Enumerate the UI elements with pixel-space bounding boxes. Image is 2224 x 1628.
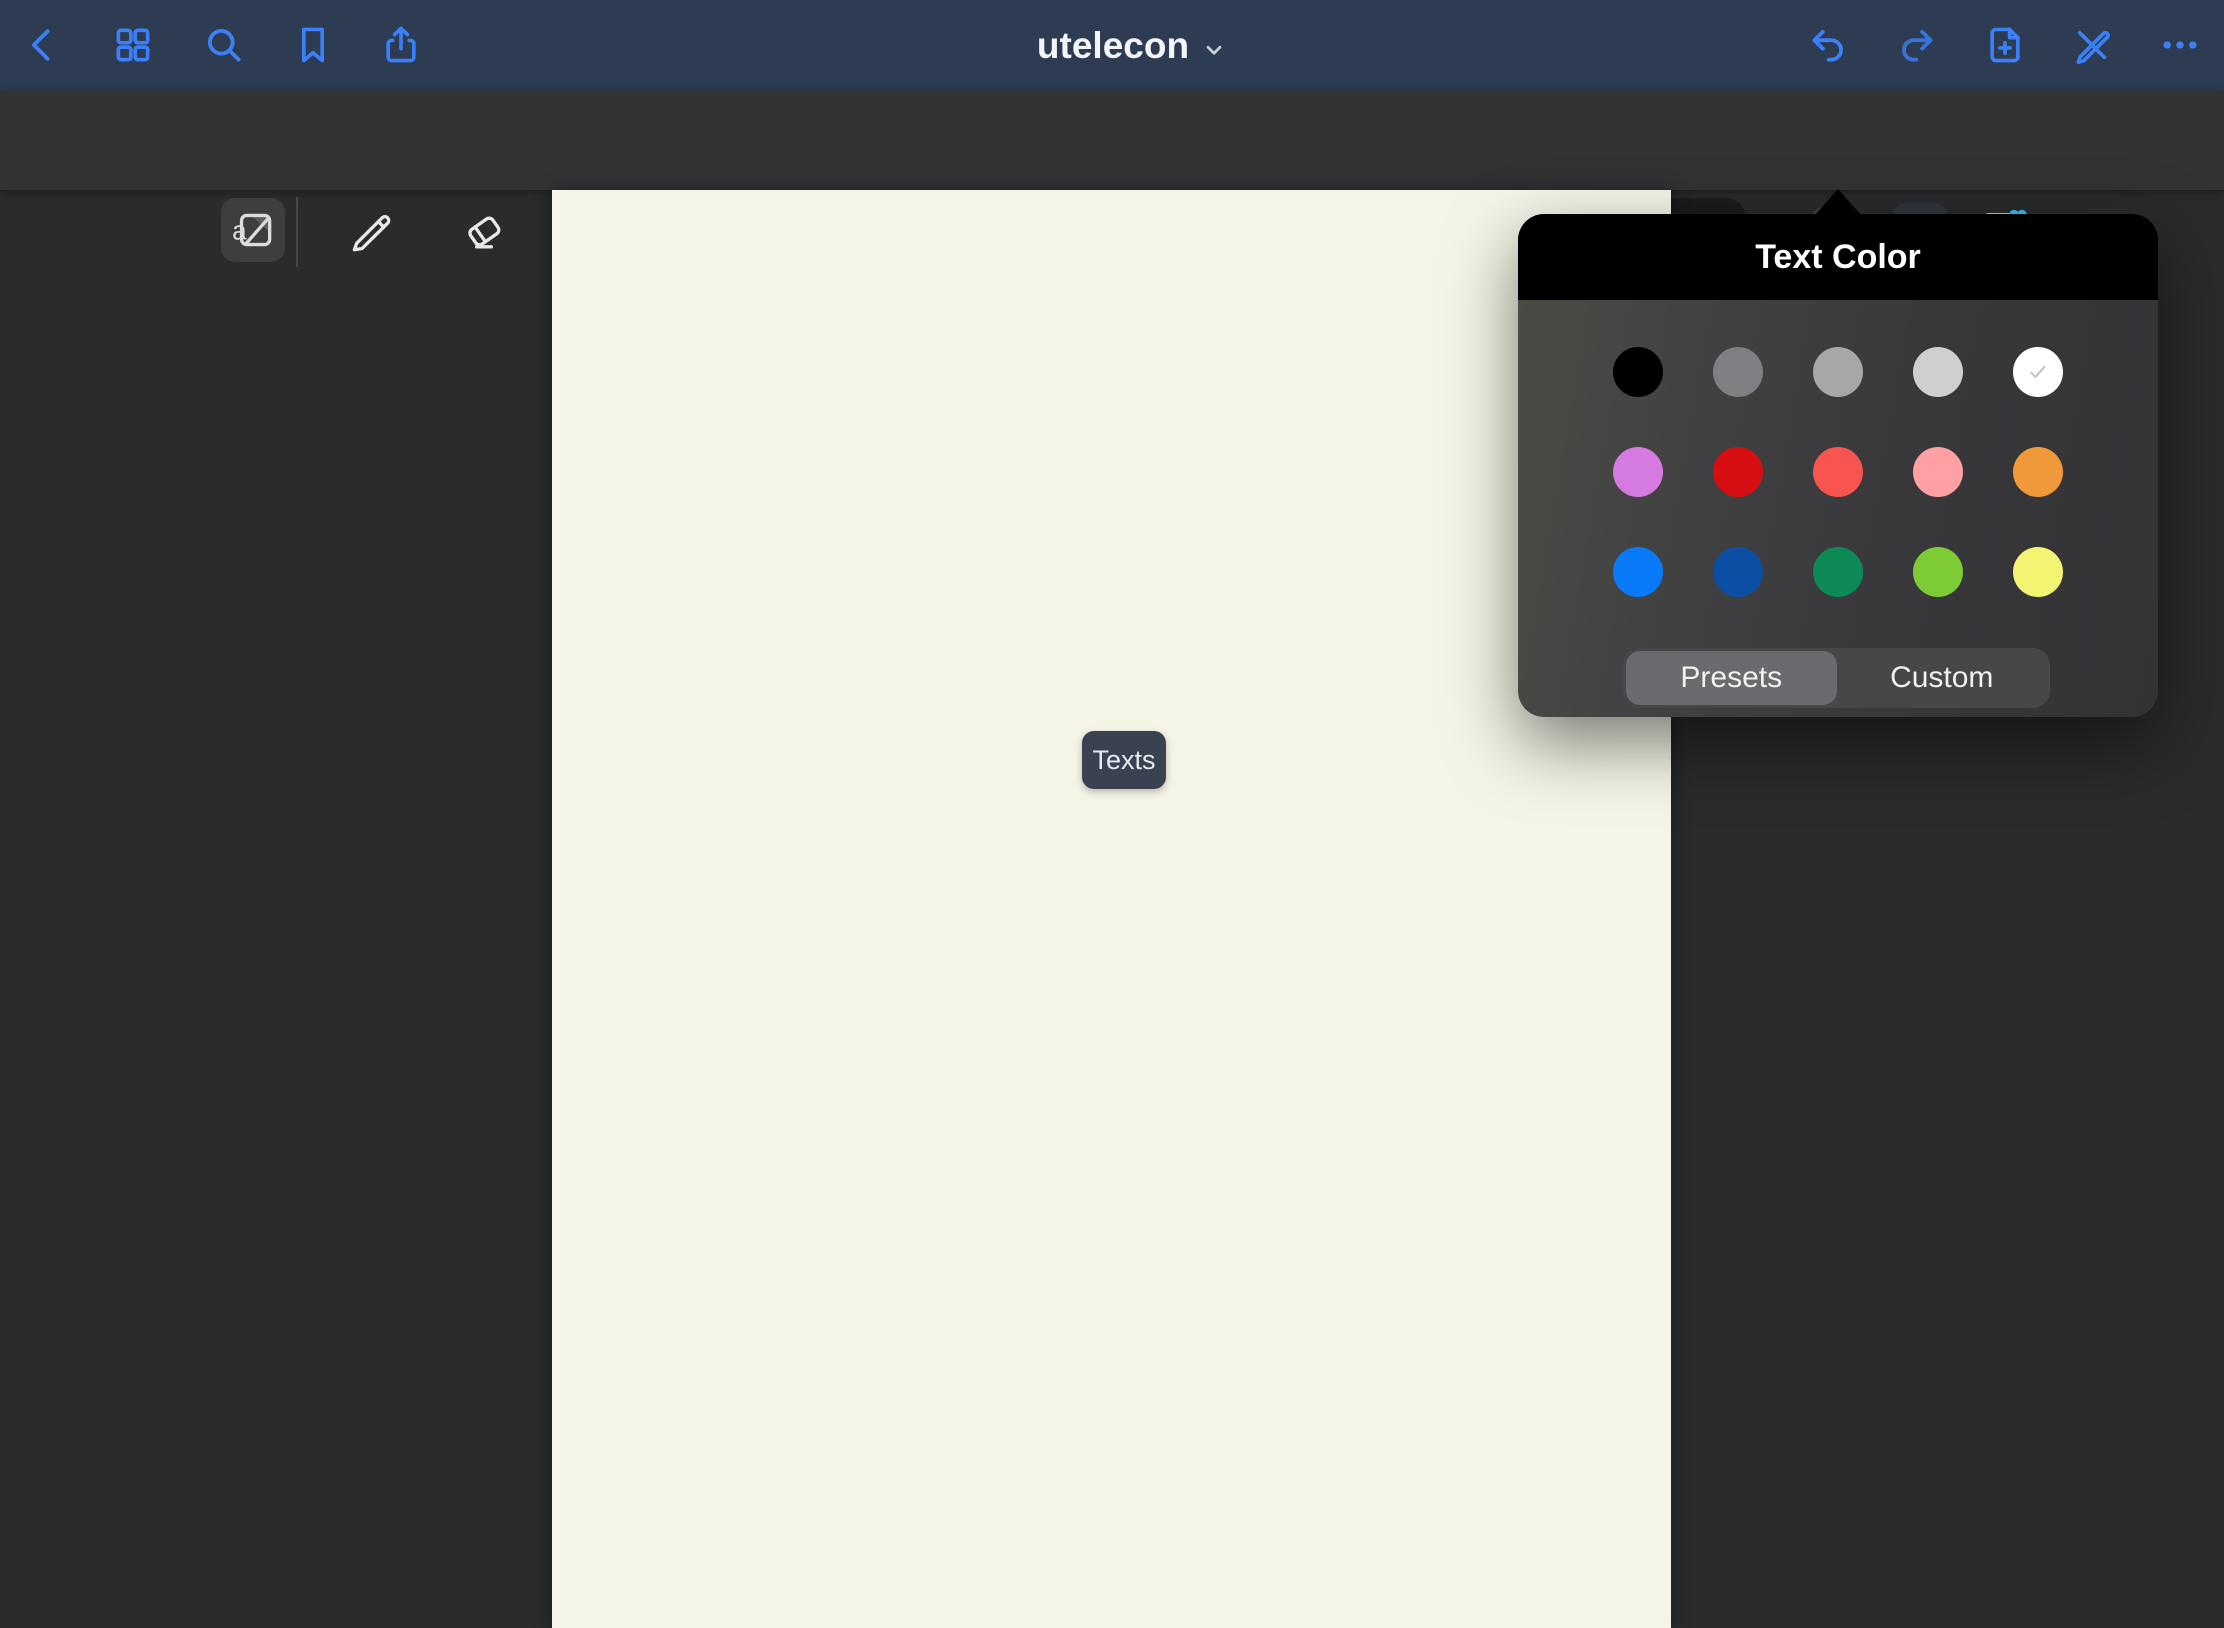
color-swatch-orange[interactable] (2013, 447, 2063, 497)
redo-icon[interactable] (1895, 23, 1939, 67)
color-swatch-light-green[interactable] (1913, 547, 1963, 597)
color-swatch-dark-blue[interactable] (1713, 547, 1763, 597)
color-swatch-light-gray[interactable] (1913, 347, 1963, 397)
popover-arrow (1815, 189, 1861, 215)
color-swatch-red[interactable] (1813, 447, 1863, 497)
read-mode-icon[interactable]: a (221, 198, 285, 262)
popover-title: Text Color (1755, 238, 1921, 277)
swatch-grid (1588, 322, 2088, 622)
more-icon[interactable] (2158, 23, 2202, 67)
tab-presets-label: Presets (1680, 661, 1782, 695)
tool-bar: a T HiraginoSans-... 16 (0, 91, 2224, 190)
eraser-tool-icon[interactable] (459, 206, 509, 256)
color-swatch-green[interactable] (1813, 547, 1863, 597)
text-object-label: Texts (1092, 745, 1155, 776)
color-swatch-purple[interactable] (1613, 447, 1663, 497)
popover-header: Text Color (1518, 214, 2158, 300)
svg-text:a: a (232, 216, 247, 246)
color-swatch-black[interactable] (1613, 347, 1663, 397)
color-mode-segmented-control: Presets Custom (1623, 648, 2050, 708)
nav-bar: utelecon (0, 0, 2224, 91)
checkmark-icon (2024, 358, 2052, 386)
tab-presets[interactable]: Presets (1626, 651, 1837, 705)
document-title-label: utelecon (1037, 25, 1189, 67)
page-grid-icon[interactable] (111, 23, 155, 67)
stylus-cross-icon[interactable] (2070, 23, 2114, 67)
search-icon[interactable] (202, 23, 246, 67)
share-icon[interactable] (379, 23, 423, 67)
add-page-icon[interactable] (1983, 23, 2027, 67)
toolbar-divider (296, 197, 298, 267)
tab-custom-label: Custom (1890, 661, 1993, 695)
chevron-down-icon (1201, 37, 1227, 63)
color-swatch-gray[interactable] (1813, 347, 1863, 397)
text-object[interactable]: Texts (1082, 731, 1166, 789)
color-swatch-pink[interactable] (1913, 447, 1963, 497)
color-swatch-white[interactable] (2013, 347, 2063, 397)
goodnotes-app: { "nav": { "title": "utelecon", "left_ic… (0, 0, 2224, 1628)
notebook-page[interactable] (552, 190, 1671, 1628)
tab-custom[interactable]: Custom (1837, 651, 2048, 705)
bookmark-icon[interactable] (291, 23, 335, 67)
color-swatch-yellow[interactable] (2013, 547, 2063, 597)
color-swatch-blue[interactable] (1613, 547, 1663, 597)
document-title[interactable]: utelecon (912, 0, 1352, 91)
undo-icon[interactable] (1806, 23, 1850, 67)
color-swatch-dark-gray[interactable] (1713, 347, 1763, 397)
text-color-popover: Text Color Presets Custom (1518, 214, 2158, 717)
back-icon[interactable] (21, 23, 65, 67)
pen-tool-icon[interactable] (345, 206, 395, 256)
color-swatch-dark-red[interactable] (1713, 447, 1763, 497)
